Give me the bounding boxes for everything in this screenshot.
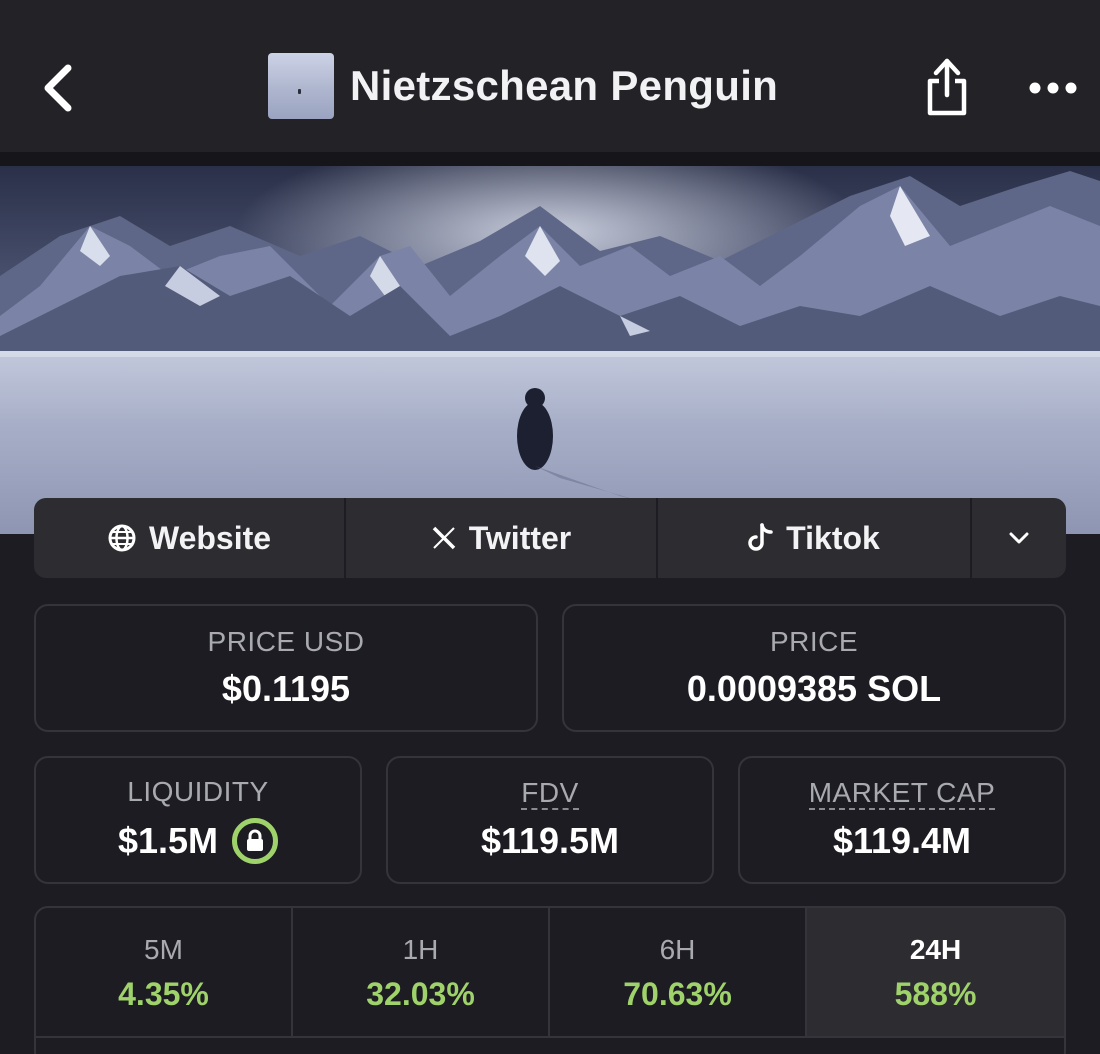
liquidity-label: LIQUIDITY bbox=[127, 776, 269, 807]
market-cap-value: $119.4M bbox=[832, 820, 972, 861]
change-6h-value: 70.63% bbox=[623, 975, 732, 1012]
price-usd-card: PRICE USD $0.1195 bbox=[34, 604, 538, 732]
market-cap-label[interactable]: MARKET CAP bbox=[808, 778, 996, 810]
liquidity-lock-icon[interactable] bbox=[232, 818, 279, 864]
change-5m[interactable]: 5M 4.35% bbox=[36, 908, 293, 1038]
price-sol-card: PRICE 0.0009385 SOL bbox=[562, 604, 1066, 732]
change-24h-label: 24H bbox=[909, 933, 962, 965]
tiktok-icon bbox=[748, 523, 773, 551]
change-24h[interactable]: 24H 588% bbox=[807, 908, 1064, 1038]
price-usd-label: PRICE USD bbox=[207, 626, 365, 657]
tiktok-button[interactable]: Tiktok bbox=[658, 498, 972, 578]
banner-landscape bbox=[0, 166, 1100, 534]
liquidity-value: $1.5M bbox=[117, 820, 219, 861]
website-button[interactable]: Website bbox=[34, 498, 346, 578]
liquidity-value-row: $1.5M bbox=[117, 818, 279, 864]
x-logo-icon bbox=[432, 526, 455, 550]
price-sol-value: 0.0009385 SOL bbox=[686, 668, 942, 709]
change-5m-value: 4.35% bbox=[118, 975, 209, 1012]
token-avatar bbox=[268, 53, 334, 119]
share-icon bbox=[927, 58, 967, 116]
twitter-label: Twitter bbox=[468, 519, 572, 556]
change-6h[interactable]: 6H 70.63% bbox=[550, 908, 807, 1038]
globe-icon bbox=[108, 524, 136, 552]
change-1h-value: 32.03% bbox=[366, 975, 475, 1012]
header-divider bbox=[0, 152, 1100, 166]
more-socials-button[interactable] bbox=[972, 498, 1066, 578]
change-1h-label: 1H bbox=[402, 933, 439, 965]
top-app-bar: Nietzschean Penguin bbox=[0, 0, 1100, 152]
market-cap-card: MARKET CAP $119.4M bbox=[738, 756, 1066, 884]
tiktok-label: Tiktok bbox=[786, 519, 880, 556]
price-usd-value: $0.1195 bbox=[221, 668, 351, 709]
share-button[interactable] bbox=[916, 52, 978, 120]
twitter-button[interactable]: Twitter bbox=[346, 498, 658, 578]
social-links-bar: Website Twitter Tiktok bbox=[34, 498, 1066, 578]
token-title-group: Nietzschean Penguin bbox=[268, 52, 778, 120]
website-label: Website bbox=[148, 519, 272, 556]
token-banner-image bbox=[0, 166, 1100, 534]
fdv-label[interactable]: FDV bbox=[521, 778, 579, 810]
back-button[interactable] bbox=[30, 58, 86, 118]
chevron-down-icon bbox=[1009, 532, 1029, 544]
change-5m-label: 5M bbox=[144, 933, 183, 965]
fdv-card: FDV $119.5M bbox=[386, 756, 714, 884]
change-6h-label: 6H bbox=[659, 933, 696, 965]
more-horizontal-icon bbox=[1029, 82, 1077, 94]
liquidity-card: LIQUIDITY $1.5M bbox=[34, 756, 362, 884]
page-title: Nietzschean Penguin bbox=[350, 62, 779, 109]
change-24h-value: 588% bbox=[894, 975, 977, 1012]
change-1h[interactable]: 1H 32.03% bbox=[293, 908, 550, 1038]
chevron-left-icon bbox=[44, 64, 72, 112]
more-options-button[interactable] bbox=[1020, 58, 1086, 118]
price-change-table: 5M 4.35% 1H 32.03% 6H 70.63% 24H 588% bbox=[34, 906, 1066, 1054]
fdv-value: $119.5M bbox=[480, 820, 620, 861]
table-divider bbox=[34, 1036, 1066, 1038]
price-sol-label: PRICE bbox=[769, 626, 859, 657]
